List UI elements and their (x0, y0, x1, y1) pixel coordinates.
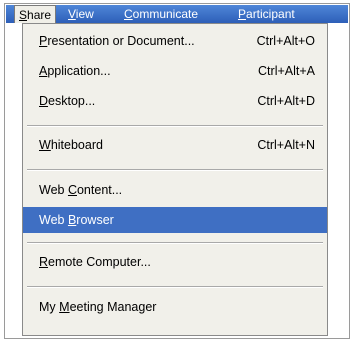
menu-item-label: Presentation or Document... (39, 34, 195, 48)
menu-item-web-content[interactable]: Web Content... (29, 177, 321, 203)
menu-item-label: Remote Computer... (39, 255, 151, 269)
menu-separator (27, 169, 323, 171)
menu-item-label: Desktop... (39, 94, 96, 108)
menu-item-shortcut: Ctrl+Alt+N (257, 138, 315, 152)
menu-item-label: My Meeting Manager (39, 300, 157, 314)
share-dropdown-menu: Presentation or Document... Ctrl+Alt+O A… (22, 23, 328, 336)
menu-communicate-accel: C (124, 7, 133, 21)
menu-view-accel: V (68, 7, 76, 21)
menu-view-rest: iew (75, 7, 94, 21)
menu-bar: Share View Communicate Participant (6, 5, 348, 23)
menu-item-remote-computer[interactable]: Remote Computer... (29, 249, 321, 275)
menu-item-desktop[interactable]: Desktop... Ctrl+Alt+D (29, 88, 321, 114)
menu-separator (27, 125, 323, 127)
menu-view[interactable]: View (64, 6, 98, 22)
menu-item-shortcut: Ctrl+Alt+A (258, 64, 315, 78)
menu-item-shortcut: Ctrl+Alt+D (257, 94, 315, 108)
menu-item-web-browser[interactable]: Web Browser (23, 207, 327, 233)
menu-communicate-rest: ommunicate (132, 7, 199, 21)
menu-item-label: Web Content... (39, 183, 123, 197)
menu-share[interactable]: Share (14, 5, 57, 23)
menu-item-presentation-or-document[interactable]: Presentation or Document... Ctrl+Alt+O (29, 28, 321, 54)
menu-item-label: Application... (39, 64, 111, 78)
menu-share-rest: hare (27, 8, 52, 22)
menu-item-whiteboard[interactable]: Whiteboard Ctrl+Alt+N (29, 132, 321, 158)
menu-share-accel: S (19, 8, 28, 22)
menu-item-label: Web Browser (39, 213, 114, 227)
menu-separator (27, 242, 323, 244)
menu-item-application[interactable]: Application... Ctrl+Alt+A (29, 58, 321, 84)
menu-communicate[interactable]: Communicate (120, 6, 202, 22)
menu-separator (27, 286, 323, 288)
menu-participant-rest: articipant (246, 7, 295, 21)
menu-item-my-meeting-manager[interactable]: My Meeting Manager (29, 294, 321, 320)
menu-item-shortcut: Ctrl+Alt+O (256, 34, 315, 48)
menu-participant[interactable]: Participant (234, 6, 299, 22)
menu-participant-accel: P (238, 7, 247, 21)
menu-item-label: Whiteboard (39, 138, 103, 152)
